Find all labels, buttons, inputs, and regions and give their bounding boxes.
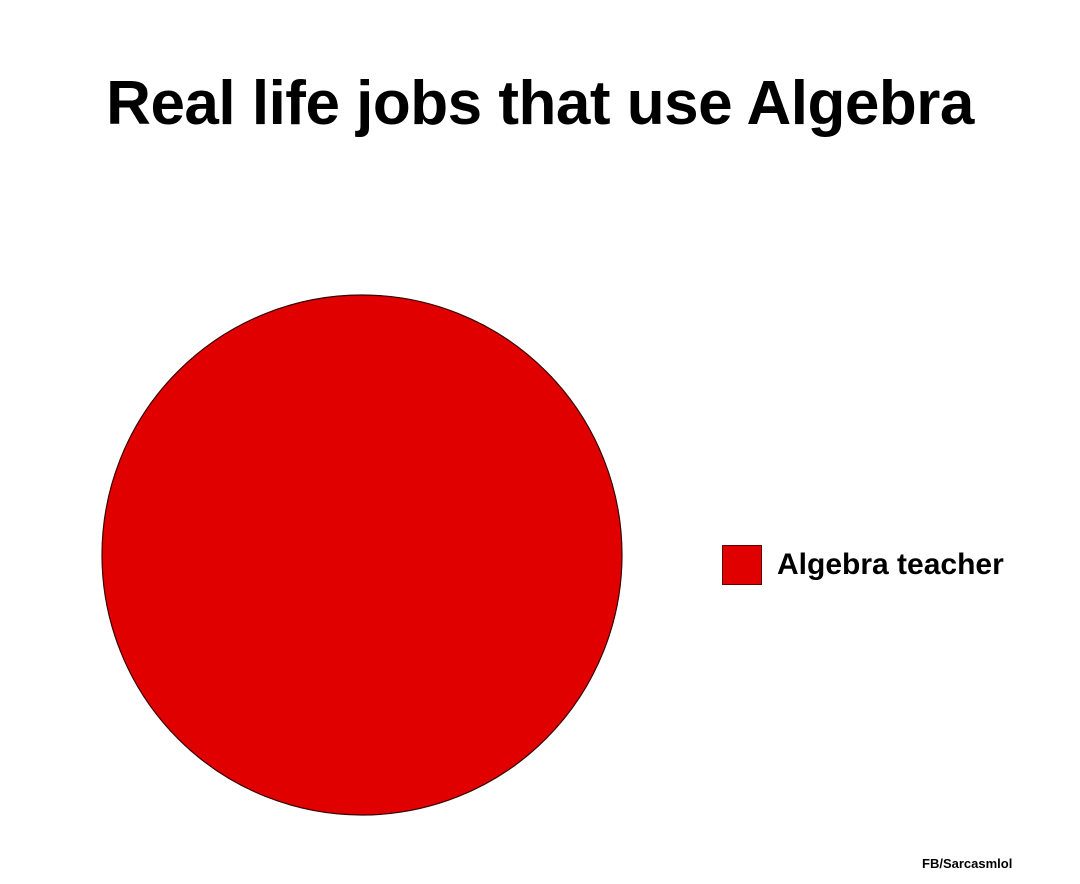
credit-watermark: FB/Sarcasmlol: [922, 856, 1013, 871]
legend: Algebra teacher: [722, 545, 1004, 585]
legend-swatch-algebra-teacher: [722, 545, 762, 585]
pie-slice-algebra-teacher: [101, 294, 623, 816]
legend-label: Algebra teacher: [777, 548, 1004, 581]
pie-chart: [101, 294, 623, 816]
